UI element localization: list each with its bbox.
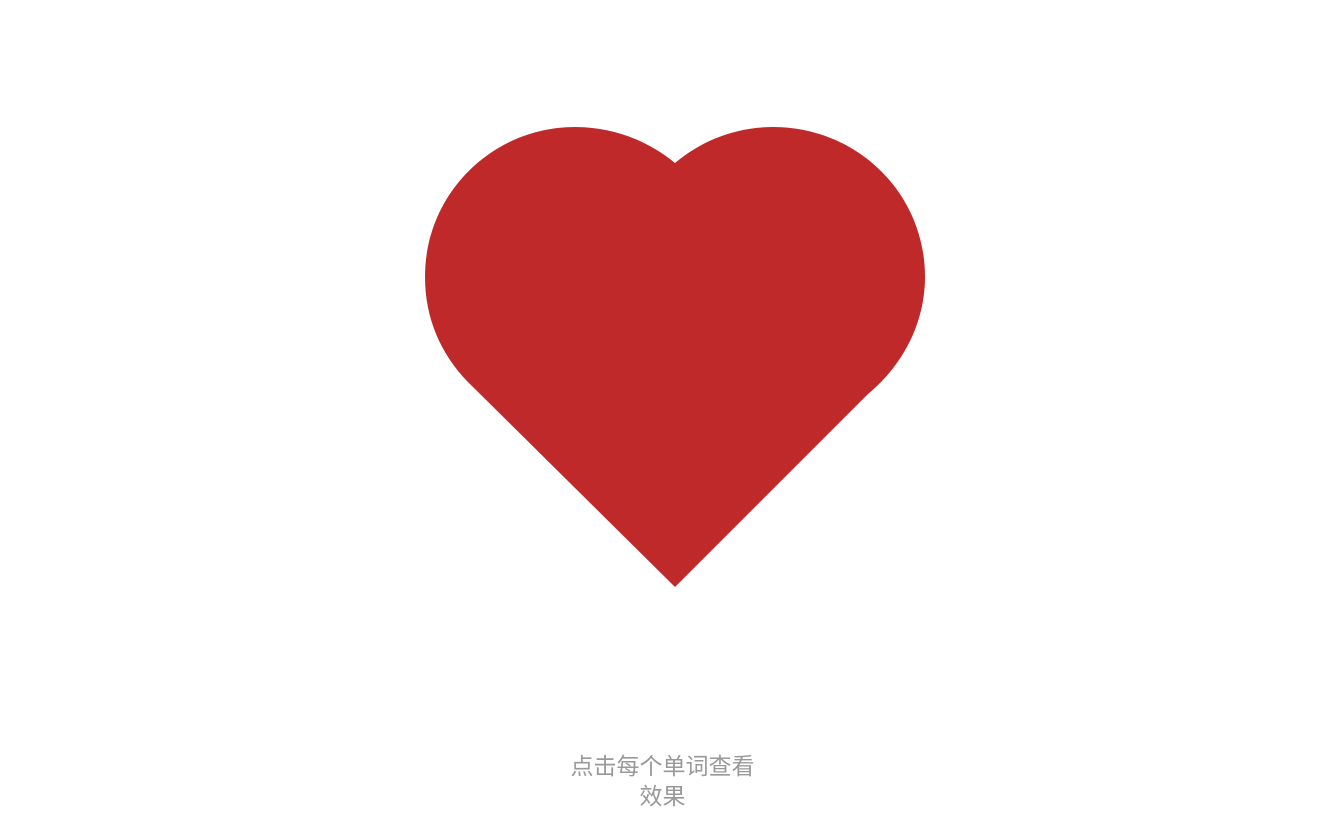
hint-line-2: 效果 xyxy=(639,784,686,810)
page: 点击每个单词查看 效果 xyxy=(0,0,1325,823)
heart-shape[interactable] xyxy=(425,127,925,587)
heart-icon[interactable] xyxy=(424,125,926,587)
hint-text: 点击每个单词查看 效果 xyxy=(0,752,1325,812)
hint-line-1: 点击每个单词查看 xyxy=(570,754,755,780)
